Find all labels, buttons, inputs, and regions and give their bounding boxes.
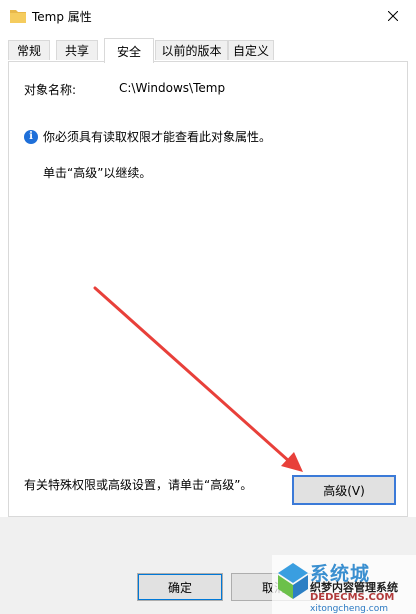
security-panel: 对象名称: C:\Windows\Temp i 你必须具有读取权限才能查看此对象… bbox=[8, 61, 408, 517]
close-icon bbox=[388, 11, 398, 21]
watermark-line2: DEDECMS.COM bbox=[310, 592, 395, 603]
tab-label: 共享 bbox=[64, 44, 89, 58]
info-message-row: i 你必须具有读取权限才能查看此对象属性。 bbox=[24, 128, 271, 145]
close-button[interactable] bbox=[370, 0, 416, 32]
object-name-label: 对象名称: bbox=[24, 83, 77, 97]
tab-strip: 常规 共享 安全 以前的版本 自定义 bbox=[8, 38, 408, 63]
watermark-line3: xitongcheng.com bbox=[310, 604, 388, 614]
tab-security[interactable]: 安全 bbox=[104, 38, 154, 63]
advanced-button[interactable]: 高级(V) bbox=[292, 475, 396, 505]
special-permissions-text: 有关特殊权限或高级设置，请单击“高级”。 bbox=[24, 478, 253, 492]
tab-label: 安全 bbox=[116, 44, 141, 59]
info-icon: i bbox=[24, 129, 38, 144]
folder-icon bbox=[10, 10, 26, 23]
watermark-logo-icon bbox=[278, 563, 308, 599]
tab-customize[interactable]: 自定义 bbox=[228, 40, 274, 60]
title-bar[interactable]: Temp 属性 bbox=[0, 0, 416, 32]
tab-previous-versions[interactable]: 以前的版本 bbox=[155, 40, 228, 60]
advanced-button-label: 高级(V) bbox=[323, 483, 365, 498]
tab-label: 自定义 bbox=[232, 44, 269, 58]
tab-general[interactable]: 常规 bbox=[8, 40, 50, 60]
ok-button-label: 确定 bbox=[167, 580, 192, 595]
tab-sharing[interactable]: 共享 bbox=[56, 40, 98, 60]
object-name-value: C:\Windows\Temp bbox=[119, 81, 226, 95]
watermark: 系统城 织梦内容管理系统 DEDECMS.COM xitongcheng.com bbox=[272, 555, 416, 614]
window-title: Temp 属性 bbox=[32, 10, 92, 24]
continue-message: 单击“高级”以继续。 bbox=[43, 166, 152, 180]
ok-button[interactable]: 确定 bbox=[137, 573, 223, 601]
tab-label: 常规 bbox=[16, 44, 41, 58]
tab-label: 以前的版本 bbox=[161, 44, 222, 58]
info-message: 你必须具有读取权限才能查看此对象属性。 bbox=[43, 130, 272, 144]
